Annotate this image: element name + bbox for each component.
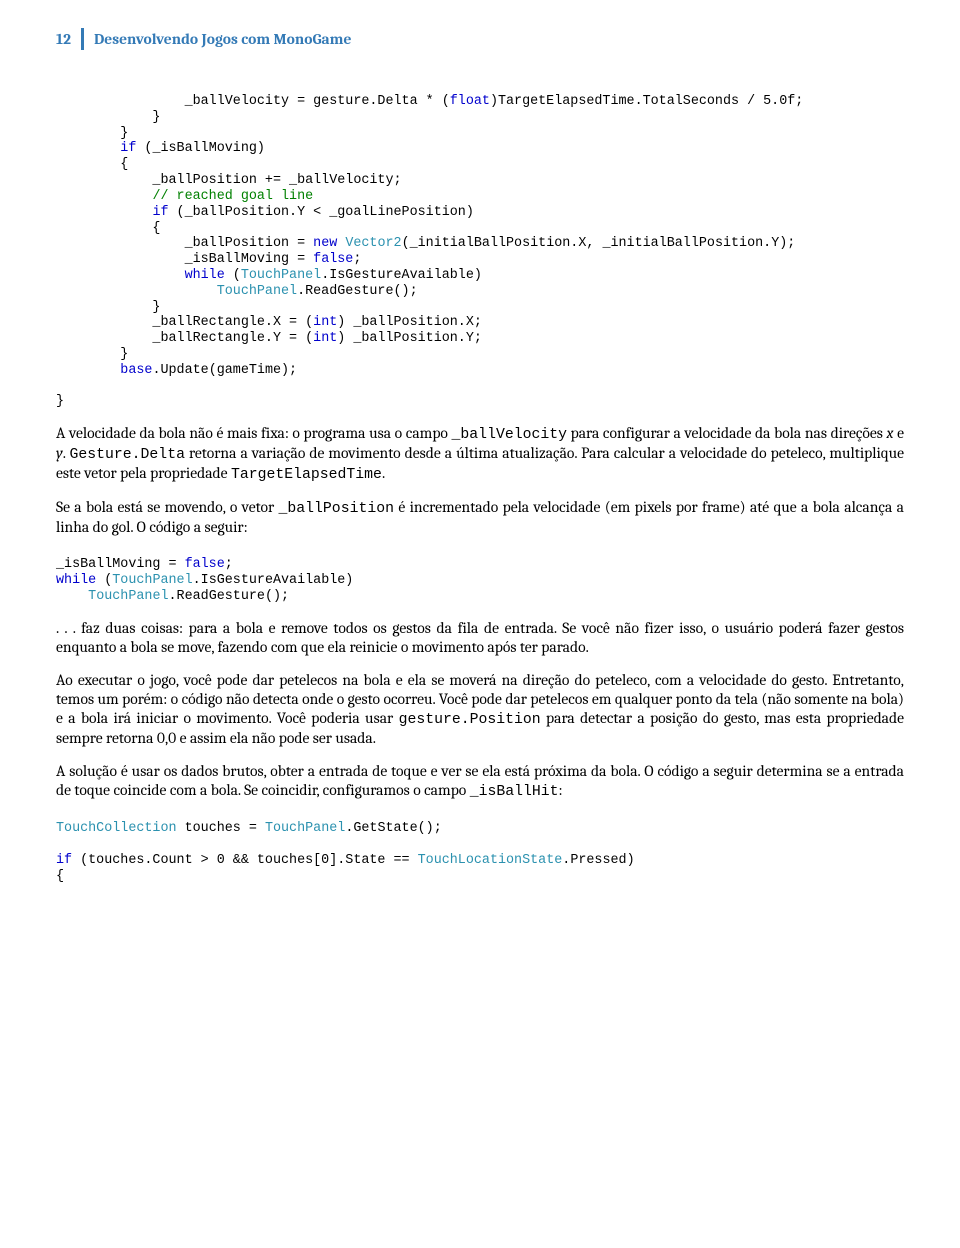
- code-block-1: _ballVelocity = gesture.Delta * (float)T…: [56, 94, 904, 410]
- code-block-3: TouchCollection touches = TouchPanel.Get…: [56, 821, 904, 884]
- paragraph-4: Ao executar o jogo, você pode dar petele…: [56, 671, 904, 748]
- paragraph-5: A solução é usar os dados brutos, obter …: [56, 762, 904, 801]
- page-number: 12: [56, 30, 71, 49]
- paragraph-1: A velocidade da bola não é mais fixa: o …: [56, 424, 904, 484]
- paragraph-2: Se a bola está se movendo, o vetor _ball…: [56, 498, 904, 537]
- page-header: 12 Desenvolvendo Jogos com MonoGame: [56, 28, 904, 50]
- header-title: Desenvolvendo Jogos com MonoGame: [94, 30, 351, 49]
- code-block-2: _isBallMoving = false; while (TouchPanel…: [56, 557, 904, 604]
- paragraph-3: . . . faz duas coisas: para a bola e rem…: [56, 619, 904, 657]
- header-separator: [81, 28, 84, 50]
